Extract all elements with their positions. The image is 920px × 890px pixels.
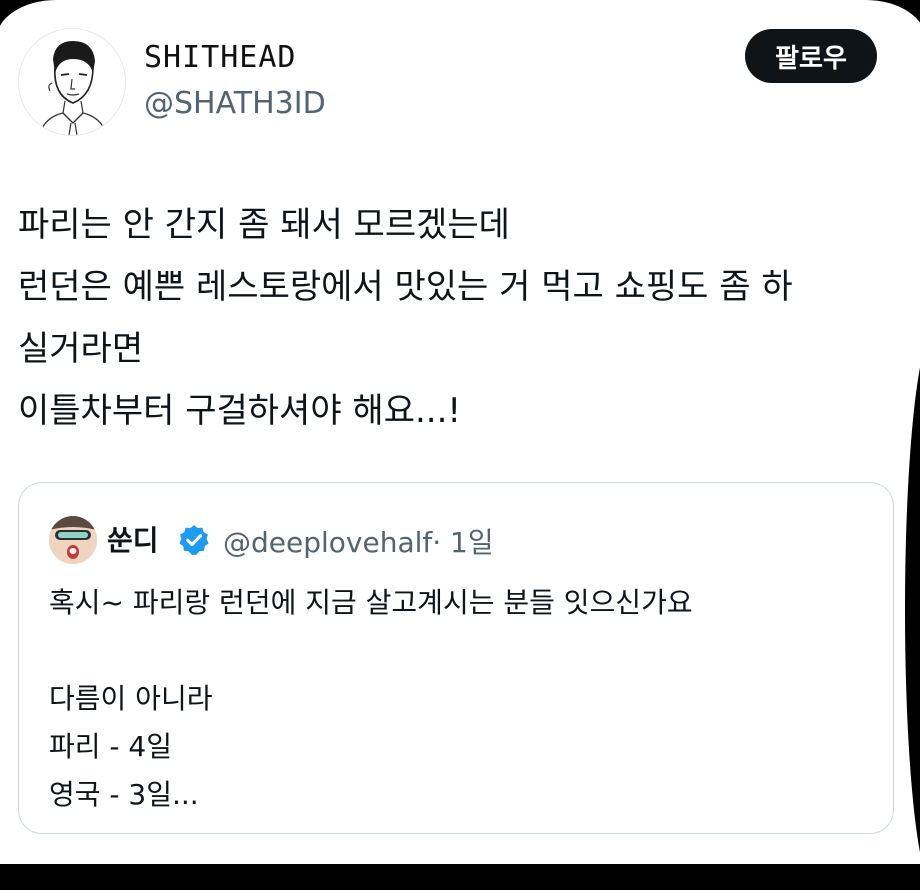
follow-button[interactable]: 팔로우 [745, 29, 877, 83]
quoted-author-avatar[interactable] [49, 516, 97, 564]
quoted-handle-and-time[interactable]: @deeplovehalf· 1일 [223, 521, 494, 561]
tweet-line: 파리는 안 간지 좀 돼서 모르겠는데 [18, 205, 510, 245]
quoted-display-name[interactable]: 쑨디 [107, 519, 159, 559]
quoted-time: · 1일 [432, 526, 494, 559]
sketch-portrait-icon [19, 29, 125, 135]
tweet-line: 이틀차부터 구걸하셔야 해요...! [18, 391, 462, 431]
author-handle[interactable]: @SHATH3ID [144, 86, 326, 121]
author-display-name[interactable]: SHITHEAD [144, 40, 297, 75]
quoted-line [49, 627, 869, 675]
quoted-line: 파리 - 4일 [49, 730, 172, 763]
tweet-card: SHITHEAD @SHATH3ID 팔로우 파리는 안 간지 좀 돼서 모르겠… [0, 0, 920, 864]
quoted-tweet-text: 혹시~ 파리랑 런던에 지금 살고계시는 분들 잇으신가요 다름이 아니라 파리… [49, 579, 869, 819]
quoted-line: 혹시~ 파리랑 런던에 지금 살고계시는 분들 잇으신가요 [49, 586, 693, 619]
quoted-handle[interactable]: @deeplovehalf [223, 526, 432, 559]
tweet-line: 런던은 예쁜 레스토랑에서 맛있는 거 먹고 쇼핑도 좀 하 [18, 267, 793, 307]
tweet-line: 실거라면 [18, 329, 144, 369]
tweet-text: 파리는 안 간지 좀 돼서 모르겠는데 런던은 예쁜 레스토랑에서 맛있는 거 … [18, 194, 898, 442]
quoted-line: 다름이 아니라 [49, 682, 213, 715]
face-avatar-icon [49, 516, 97, 564]
quoted-tweet[interactable]: 쑨디 @deeplovehalf· 1일 혹시~ 파리랑 런던에 지금 살고계시… [18, 482, 894, 834]
author-avatar[interactable] [18, 28, 126, 136]
verified-badge-icon [179, 525, 209, 556]
quoted-line: 영국 - 3일... [49, 778, 199, 811]
